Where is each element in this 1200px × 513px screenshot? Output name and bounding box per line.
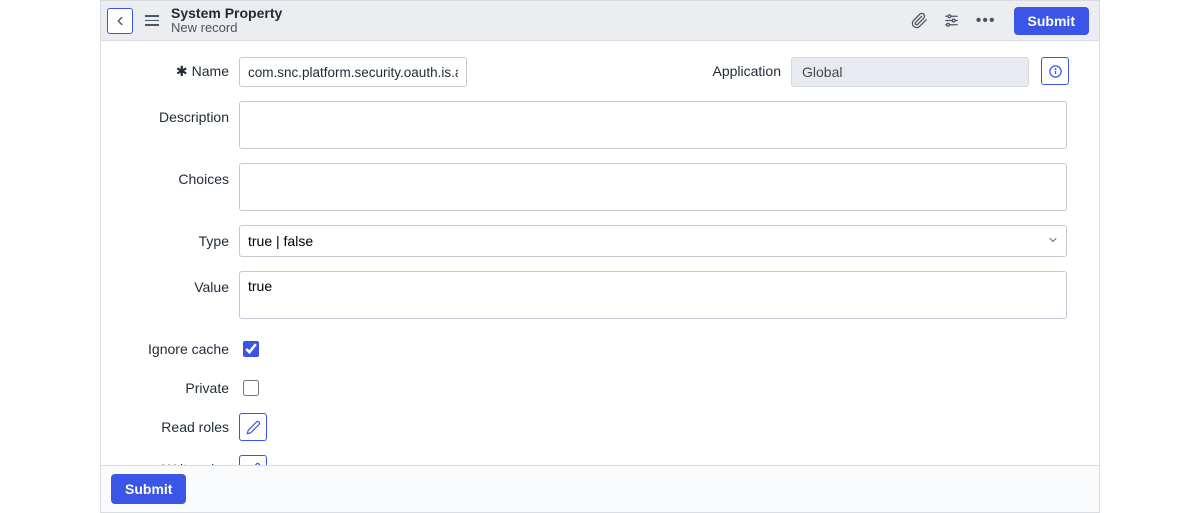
write-roles-edit-button[interactable] [239,455,267,465]
type-select[interactable]: true | false [239,225,1067,257]
record-form-frame: System Property New record ••• Submit ✱N… [100,0,1100,513]
application-info-button[interactable] [1041,57,1069,85]
row-name-application: ✱Name Application Global [131,57,1069,87]
sliders-icon [943,12,960,29]
row-value: Value [131,271,1069,319]
name-label: Name [192,63,229,79]
description-input[interactable] [239,101,1067,149]
settings-button[interactable] [940,9,964,33]
chevron-left-icon [113,14,127,28]
attachments-button[interactable] [908,9,932,33]
footer-submit-button[interactable]: Submit [111,474,186,504]
page-title: System Property [171,6,282,21]
application-label: Application [713,57,792,79]
ignore-cache-label: Ignore cache [131,333,239,357]
value-label: Value [131,271,239,295]
name-input[interactable] [239,57,467,87]
value-input[interactable] [239,271,1067,319]
required-star-icon: ✱ [176,63,188,79]
choices-input[interactable] [239,163,1067,211]
type-label: Type [131,225,239,249]
row-write-roles: Write roles [131,453,1069,465]
private-checkbox[interactable] [243,380,259,396]
paperclip-icon [911,12,928,29]
type-select-wrap: true | false [239,225,1067,257]
back-button[interactable] [107,8,133,34]
info-icon [1048,64,1063,79]
form-body: ✱Name Application Global Description Cho… [101,41,1099,465]
title-block: System Property New record [171,6,282,36]
application-value: Global [791,57,1029,87]
form-footer: Submit [101,465,1099,512]
more-actions-button[interactable]: ••• [972,12,1000,30]
description-label: Description [131,101,239,125]
read-roles-edit-button[interactable] [239,413,267,441]
page-subtitle: New record [171,21,282,35]
read-roles-label: Read roles [131,411,239,435]
choices-label: Choices [131,163,239,187]
pencil-icon [246,420,261,435]
row-type: Type true | false [131,225,1069,257]
row-description: Description [131,101,1069,149]
header-submit-button[interactable]: Submit [1014,7,1089,35]
row-choices: Choices [131,163,1069,211]
row-ignore-cache: Ignore cache [131,333,1069,360]
context-menu-button[interactable] [141,11,163,30]
ignore-cache-checkbox[interactable] [243,341,259,357]
name-label-wrap: ✱Name [131,57,239,80]
row-private: Private [131,372,1069,399]
form-header: System Property New record ••• Submit [101,1,1099,41]
private-label: Private [131,372,239,396]
row-read-roles: Read roles [131,411,1069,441]
write-roles-label: Write roles [131,453,239,465]
